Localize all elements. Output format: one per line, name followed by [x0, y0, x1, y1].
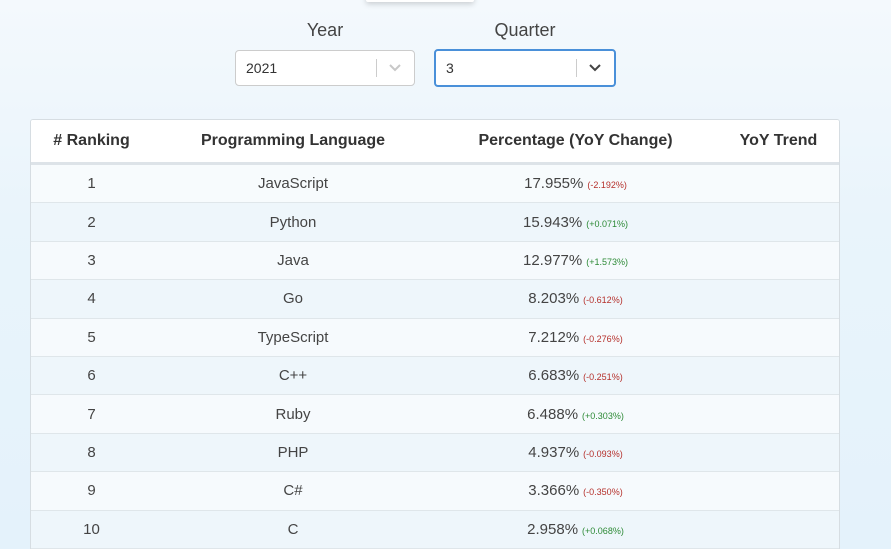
cell-rank: 5: [31, 318, 152, 357]
table-header-row: # Ranking Programming Language Percentag…: [31, 120, 839, 165]
cell-trend: [717, 163, 839, 204]
cell-percentage: 2.958% (+0.068%): [434, 510, 717, 549]
cell-percentage: 12.977% (+1.573%): [434, 241, 717, 281]
quarter-label: Quarter: [494, 20, 556, 40]
cell-rank: 2: [31, 202, 152, 242]
cell-language: TypeScript: [152, 318, 434, 357]
yoy-change-value: (-0.612%): [583, 295, 623, 306]
table-row[interactable]: 4 Go 8.203% (-0.612%): [31, 279, 839, 319]
quarter-filter: Quarter 3: [434, 18, 616, 87]
cell-rank: 6: [31, 356, 152, 396]
cell-language: JavaScript: [152, 163, 434, 204]
table-row[interactable]: 6 C++ 6.683% (-0.251%): [31, 356, 839, 396]
select-separator: [376, 59, 377, 77]
cell-percentage: 6.488% (+0.303%): [434, 394, 717, 434]
cell-percentage: 4.937% (-0.093%): [434, 433, 717, 473]
cell-trend: [717, 471, 839, 511]
table-row[interactable]: 2 Python 15.943% (+0.071%): [31, 202, 839, 242]
filter-bar: Year 2021 Quarter 3: [0, 0, 891, 110]
percentage-value: 8.203%: [528, 290, 580, 308]
cell-trend: [717, 202, 839, 242]
table-row[interactable]: 5 TypeScript 7.212% (-0.276%): [31, 318, 839, 357]
cell-language: C#: [152, 471, 434, 511]
table-row[interactable]: 9 C# 3.366% (-0.350%): [31, 471, 839, 511]
ranking-table: # Ranking Programming Language Percentag…: [31, 120, 839, 549]
header-trend[interactable]: YoY Trend: [717, 120, 839, 165]
table-row[interactable]: 3 Java 12.977% (+1.573%): [31, 241, 839, 281]
year-select[interactable]: 2021: [235, 50, 415, 86]
cell-language: C++: [152, 356, 434, 396]
cell-trend: [717, 241, 839, 281]
cell-language: Ruby: [152, 394, 434, 434]
yoy-change-value: (+0.071%): [586, 218, 628, 229]
year-filter: Year 2021: [235, 18, 415, 86]
percentage-value: 2.958%: [527, 520, 579, 538]
year-label: Year: [306, 20, 344, 40]
yoy-change-value: (-0.251%): [583, 372, 623, 383]
percentage-value: 7.212%: [528, 328, 580, 346]
table-row[interactable]: 8 PHP 4.937% (-0.093%): [31, 433, 839, 473]
percentage-value: 17.955%: [524, 175, 584, 193]
cell-rank: 3: [31, 241, 152, 281]
ranking-table-container: # Ranking Programming Language Percentag…: [30, 119, 840, 549]
cell-language: Go: [152, 279, 434, 319]
cell-percentage: 15.943% (+0.071%): [434, 202, 717, 242]
header-percentage[interactable]: Percentage (YoY Change): [434, 120, 717, 165]
cell-rank: 1: [31, 163, 152, 204]
yoy-change-value: (+0.303%): [582, 410, 624, 421]
quarter-select-value: 3: [446, 60, 454, 76]
yoy-change-value: (+1.573%): [586, 256, 628, 267]
yoy-change-value: (-0.276%): [583, 333, 623, 344]
cell-trend: [717, 510, 839, 549]
percentage-value: 15.943%: [523, 213, 583, 231]
select-separator: [576, 59, 577, 77]
cell-language: Python: [152, 202, 434, 242]
chevron-down-icon[interactable]: [586, 60, 604, 76]
cell-rank: 4: [31, 279, 152, 319]
chevron-down-icon[interactable]: [386, 60, 404, 76]
cell-percentage: 3.366% (-0.350%): [434, 471, 717, 511]
header-ranking[interactable]: # Ranking: [31, 120, 152, 165]
cell-rank: 7: [31, 394, 152, 434]
cell-percentage: 8.203% (-0.612%): [434, 279, 717, 319]
cell-trend: [717, 279, 839, 319]
cell-language: C: [152, 510, 434, 549]
cell-rank: 10: [31, 510, 152, 549]
yoy-change-value: (+0.068%): [582, 525, 624, 536]
percentage-value: 4.937%: [528, 443, 580, 461]
cell-percentage: 17.955% (-2.192%): [434, 163, 717, 204]
yoy-change-value: (-0.093%): [583, 448, 623, 459]
percentage-value: 12.977%: [523, 251, 583, 269]
cell-rank: 8: [31, 433, 152, 473]
cell-trend: [717, 356, 839, 396]
percentage-value: 6.488%: [527, 405, 579, 423]
year-select-value: 2021: [246, 60, 278, 76]
cell-trend: [717, 318, 839, 357]
yoy-change-value: (-2.192%): [587, 180, 627, 191]
percentage-value: 6.683%: [528, 367, 580, 385]
table-row[interactable]: 7 Ruby 6.488% (+0.303%): [31, 394, 839, 434]
cell-percentage: 7.212% (-0.276%): [434, 318, 717, 357]
table-row[interactable]: 1 JavaScript 17.955% (-2.192%): [31, 163, 839, 204]
header-language[interactable]: Programming Language: [152, 120, 434, 165]
cell-rank: 9: [31, 471, 152, 511]
cell-percentage: 6.683% (-0.251%): [434, 356, 717, 396]
cell-language: PHP: [152, 433, 434, 473]
quarter-select[interactable]: 3: [434, 49, 616, 87]
yoy-change-value: (-0.350%): [583, 487, 623, 498]
cell-trend: [717, 394, 839, 434]
percentage-value: 3.366%: [528, 482, 580, 500]
table-row[interactable]: 10 C 2.958% (+0.068%): [31, 510, 839, 549]
cell-trend: [717, 433, 839, 473]
cell-language: Java: [152, 241, 434, 281]
